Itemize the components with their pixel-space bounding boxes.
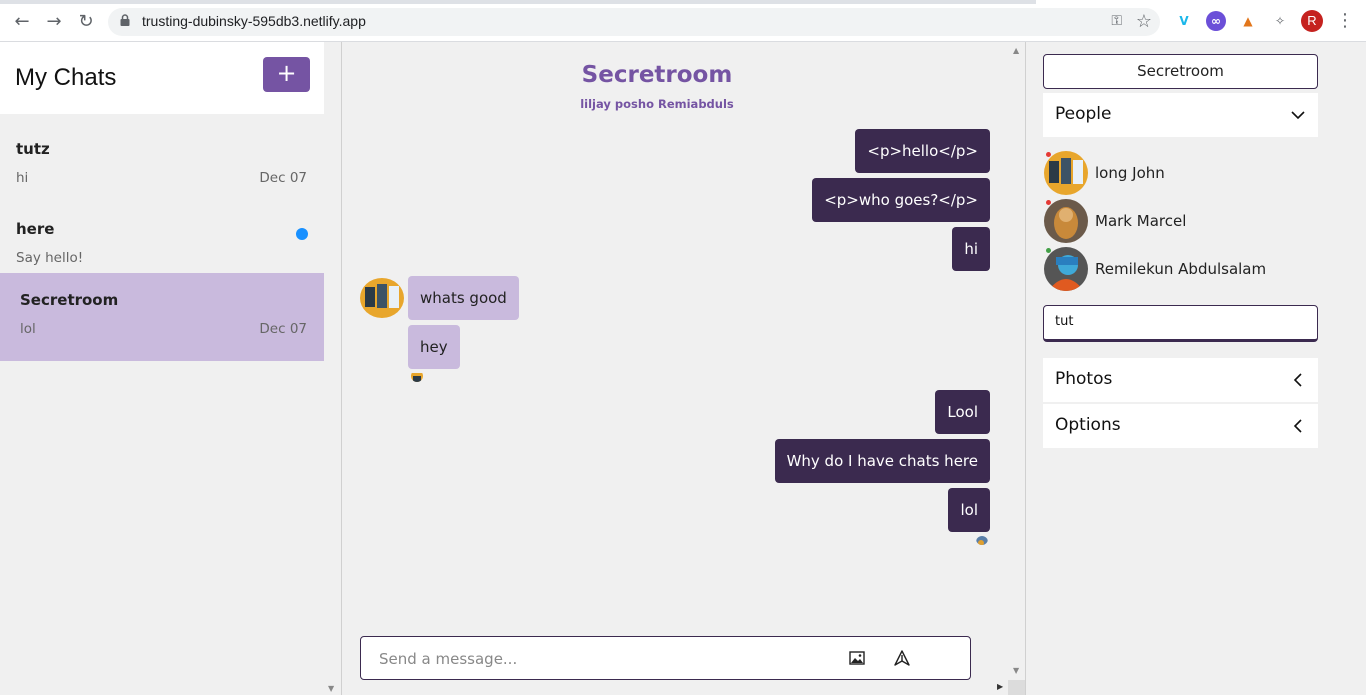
person-name: Remilekun Abdulsalam	[1095, 260, 1267, 278]
chat-name: tutz	[16, 140, 50, 158]
message-bubble-mine: Lool	[935, 390, 990, 434]
scroll-up-arrow-icon[interactable]: ▲	[1013, 46, 1019, 55]
scroll-down-arrow-icon[interactable]: ▼	[1013, 666, 1019, 675]
scroll-down-arrow-icon[interactable]: ▼	[328, 684, 334, 693]
options-section-header[interactable]: Options	[1043, 404, 1318, 448]
chat-preview: lol	[20, 321, 36, 337]
photos-section-header[interactable]: Photos	[1043, 358, 1318, 402]
sidebar-header: My Chats +	[0, 42, 324, 114]
chat-date: Dec 07	[259, 170, 307, 186]
scrollbar-corner	[1008, 680, 1025, 695]
chat-scrollbar[interactable]: ▲ ▼	[1008, 42, 1025, 695]
read-receipt-avatar	[411, 370, 423, 382]
chat-members: liljay posho Remiabduls	[580, 97, 734, 111]
people-section-header[interactable]: People	[1043, 93, 1318, 137]
chat-list-sidebar: My Chats + tutz hi Dec 07 here Say hello…	[0, 42, 342, 695]
message-bubble-mine: <p>hello</p>	[855, 129, 990, 173]
chat-card-secretroom[interactable]: Secretroom lol Dec 07	[0, 273, 324, 361]
person-avatar	[1044, 199, 1088, 243]
image-upload-icon[interactable]	[849, 651, 865, 665]
message-composer	[360, 636, 971, 680]
chat-date: Dec 07	[259, 321, 307, 337]
person-row[interactable]: Remilekun Abdulsalam	[1044, 247, 1324, 291]
key-icon[interactable]: ⚿	[1111, 13, 1122, 29]
chevron-left-icon	[1293, 419, 1302, 433]
tab-strip	[0, 0, 1036, 4]
presence-status-dot	[1046, 200, 1051, 205]
lock-icon	[120, 14, 130, 26]
message-bubble-mine: Why do I have chats here	[774, 439, 990, 483]
unread-indicator-dot	[296, 228, 308, 240]
people-label: People	[1055, 104, 1112, 124]
message-bubble-mine: hi	[952, 227, 990, 271]
chevron-down-icon	[1291, 111, 1305, 120]
send-icon[interactable]	[894, 650, 910, 666]
chat-card-tutz[interactable]: tutz hi Dec 07	[0, 122, 324, 202]
chat-preview: hi	[16, 170, 29, 186]
message-bubble-theirs: hey	[408, 325, 460, 369]
person-avatar	[1044, 247, 1088, 291]
person-name: Mark Marcel	[1095, 212, 1187, 230]
presence-status-dot	[1046, 152, 1051, 157]
message-bubble-mine: <p>who goes?</p>	[812, 178, 990, 222]
read-receipt-avatar	[976, 533, 988, 545]
url-text: trusting-dubinsky-595db3.netlify.app	[142, 13, 366, 29]
person-row[interactable]: long John	[1044, 151, 1324, 195]
extension-icon[interactable]: ∞	[1206, 11, 1226, 31]
chevron-left-icon	[1293, 373, 1302, 387]
chat-name: here	[16, 220, 55, 238]
chat-name: Secretroom	[20, 291, 119, 309]
new-chat-button[interactable]: +	[263, 57, 310, 92]
vimeo-extension-icon[interactable]: V	[1174, 11, 1194, 31]
chat-settings-panel: Secretroom People long John Mark Marcel …	[1025, 42, 1366, 695]
forward-arrow-icon[interactable]: →	[43, 11, 65, 33]
browser-toolbar: ← → ↻ trusting-dubinsky-595db3.netlify.a…	[0, 0, 1366, 42]
person-name: long John	[1095, 164, 1165, 182]
message-input[interactable]	[379, 648, 809, 670]
reload-icon[interactable]: ↻	[75, 11, 97, 33]
sender-avatar	[360, 278, 404, 318]
chat-preview: Say hello!	[16, 250, 84, 266]
message-bubble-theirs: whats good	[408, 276, 519, 320]
chat-feed: Secretroom liljay posho Remiabduls <p>he…	[343, 42, 1025, 695]
browser-menu-icon[interactable]: ⋮	[1336, 10, 1354, 31]
message-bubble-mine: lol	[948, 488, 990, 532]
address-bar[interactable]: trusting-dubinsky-595db3.netlify.app ⚿ ☆	[108, 8, 1160, 36]
chat-card-here[interactable]: here Say hello!	[0, 202, 324, 282]
sidebar-title: My Chats	[15, 64, 117, 91]
metamask-fox-icon[interactable]: ▲	[1238, 11, 1258, 31]
scroll-right-arrow-icon[interactable]: ▶	[997, 682, 1003, 691]
bookmark-star-icon[interactable]: ☆	[1136, 11, 1152, 32]
chat-title: Secretroom	[581, 62, 733, 88]
chat-title-field[interactable]: Secretroom	[1043, 54, 1318, 89]
add-member-input[interactable]	[1055, 314, 1295, 329]
person-avatar	[1044, 151, 1088, 195]
photos-label: Photos	[1055, 369, 1113, 389]
presence-status-dot	[1046, 248, 1051, 253]
person-row[interactable]: Mark Marcel	[1044, 199, 1324, 243]
add-member-field	[1043, 305, 1318, 342]
back-arrow-icon[interactable]: ←	[11, 11, 33, 33]
profile-avatar[interactable]: R	[1301, 10, 1323, 32]
puzzle-extensions-icon[interactable]: ✧	[1270, 11, 1290, 31]
options-label: Options	[1055, 415, 1121, 435]
